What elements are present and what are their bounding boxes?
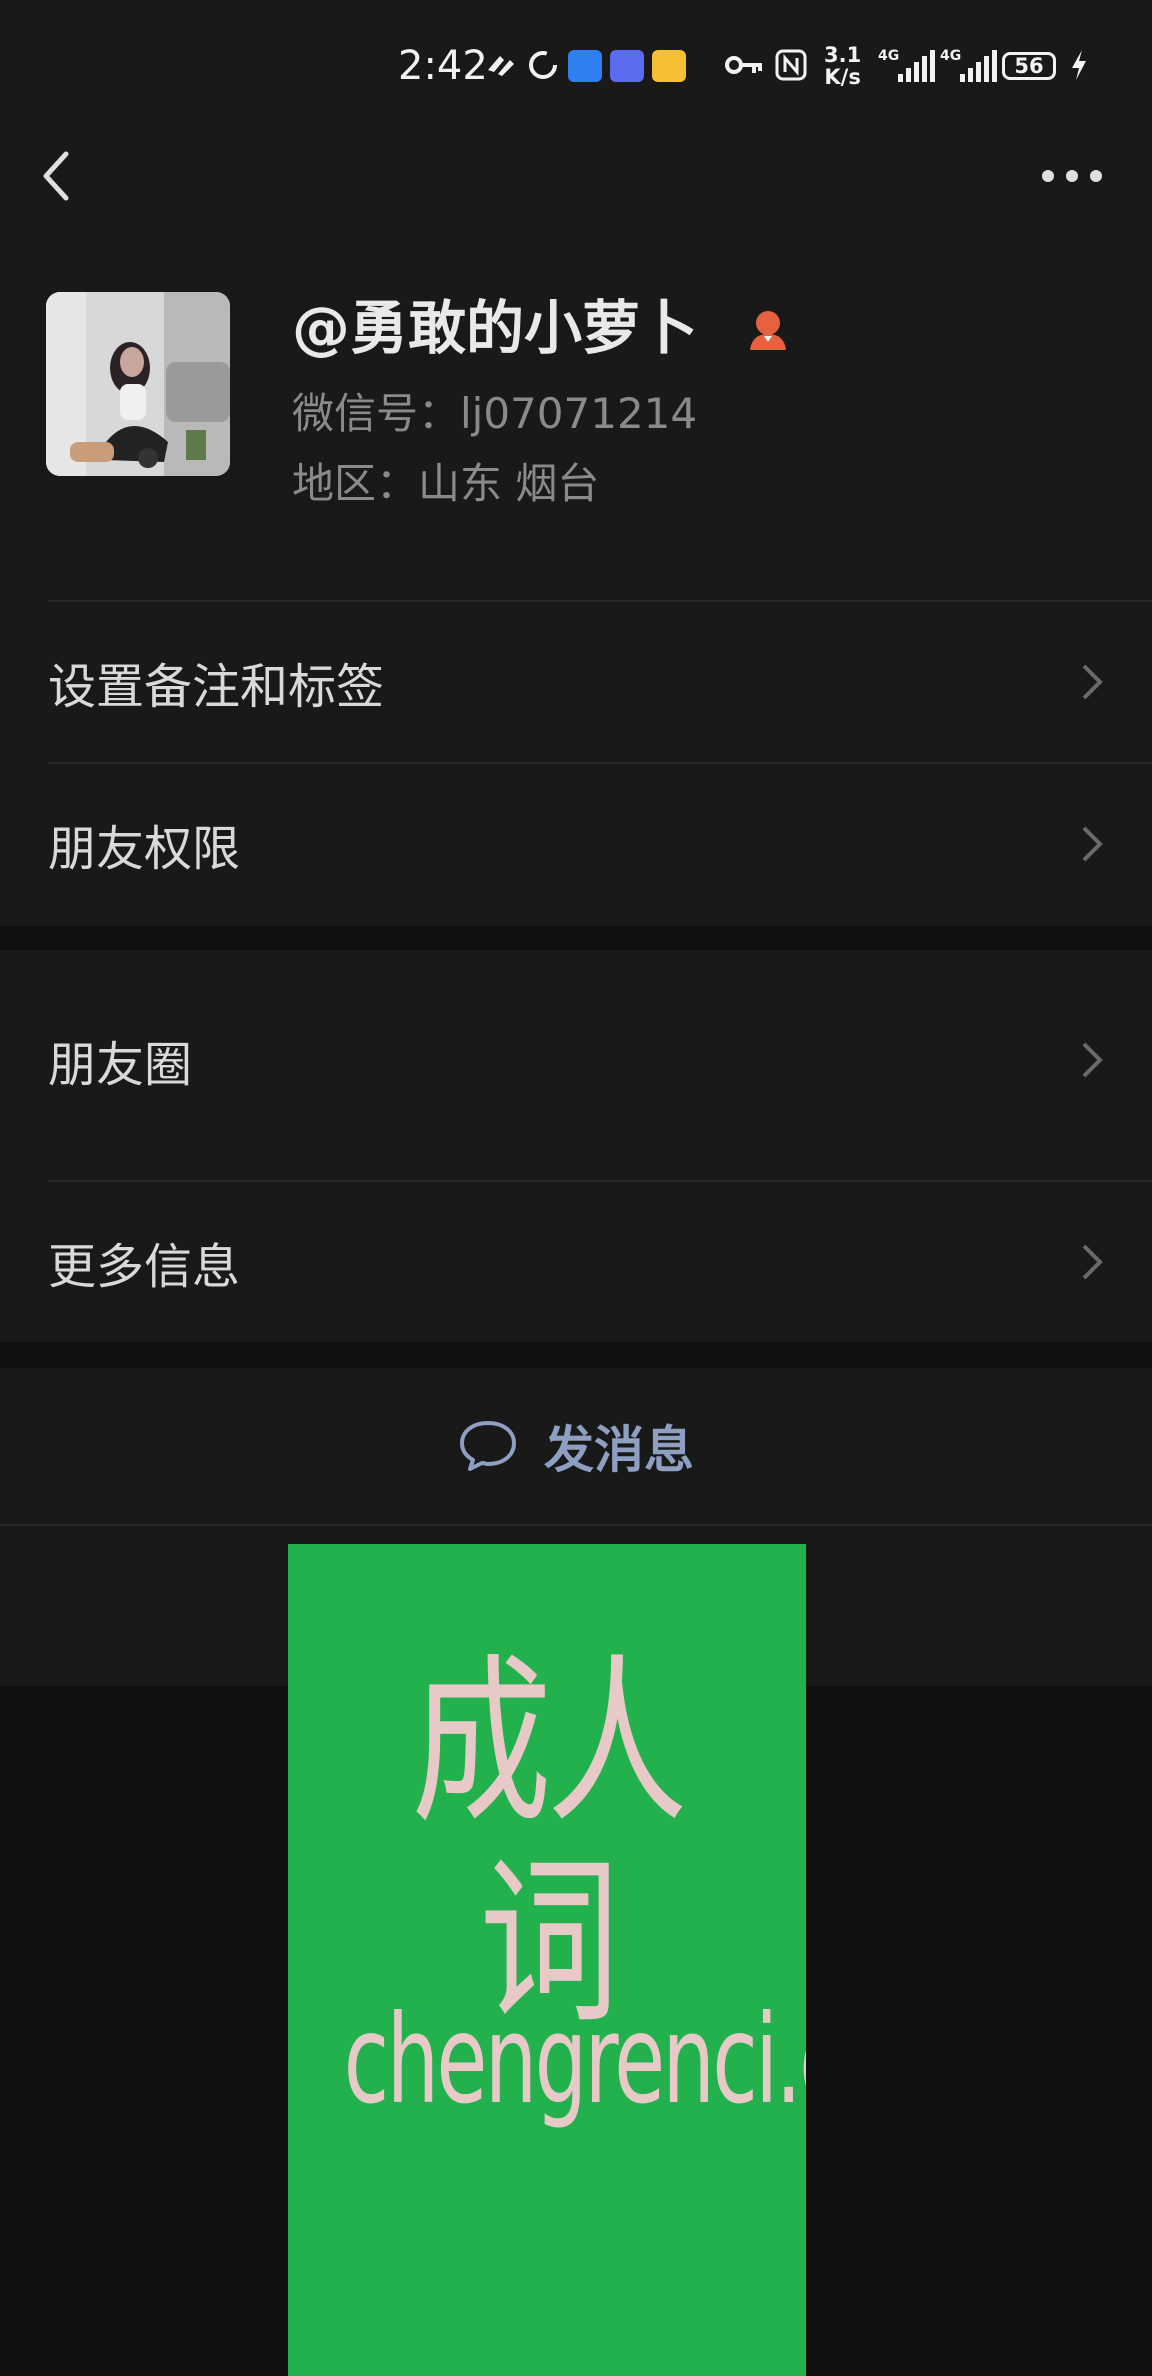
- key-icon: [725, 56, 762, 74]
- app-notification-icon: [568, 50, 602, 82]
- female-icon: [750, 311, 786, 350]
- signal-icon-2: 4G: [940, 48, 998, 84]
- remark-tags-label: 设置备注和标签: [48, 659, 385, 715]
- sync-icon: [529, 51, 557, 79]
- divider: [48, 1180, 1152, 1182]
- moments-row[interactable]: 朋友圈: [0, 950, 1152, 1170]
- ad-title: 成人词: [411, 1639, 687, 2048]
- network-speed: 3.1 K/s: [824, 43, 862, 89]
- region: 地区：山东 烟台: [292, 459, 600, 508]
- friend-permissions-row[interactable]: 朋友权限: [0, 766, 1152, 922]
- send-message-label: 发消息: [544, 1421, 694, 1479]
- friend-permissions-label: 朋友权限: [48, 821, 241, 877]
- settings-group: 设置备注和标签 朋友权限: [0, 600, 1152, 926]
- chevron-right-icon: [1082, 1042, 1103, 1078]
- chat-bubble-icon: [460, 1421, 516, 1471]
- study-app-icon: [610, 50, 644, 82]
- overlay-ad: 成人词 chengrenci.com: [288, 1544, 806, 2376]
- wechat-id: 微信号：lj07071214: [292, 389, 698, 438]
- more-info-row[interactable]: 更多信息: [0, 1184, 1152, 1340]
- battery-indicator: 56: [1002, 52, 1056, 80]
- charging-icon: [1072, 50, 1086, 80]
- divider: [48, 600, 1152, 602]
- chevron-right-icon: [1082, 664, 1103, 700]
- info-group: 朋友圈 更多信息: [0, 950, 1152, 1342]
- nickname: @勇敢的小萝卜: [292, 294, 699, 362]
- more-dots-icon[interactable]: [1040, 164, 1104, 188]
- chevron-right-icon: [1082, 826, 1103, 862]
- chevron-right-icon: [1082, 1244, 1103, 1280]
- ad-domain: chengrenci.com: [343, 1989, 806, 2131]
- nfc-like-icon: [488, 56, 514, 76]
- send-message-button[interactable]: 发消息: [0, 1368, 1152, 1524]
- status-time: 2:42: [398, 43, 488, 89]
- remark-tags-row[interactable]: 设置备注和标签: [0, 604, 1152, 760]
- car-app-icon: [652, 50, 686, 82]
- back-arrow-icon[interactable]: [36, 148, 76, 204]
- moments-label: 朋友圈: [48, 1037, 193, 1093]
- more-info-label: 更多信息: [48, 1239, 241, 1295]
- nfc-icon: [775, 49, 807, 81]
- divider: [48, 762, 1152, 764]
- signal-icon-1: 4G: [878, 48, 936, 84]
- avatar[interactable]: [46, 292, 230, 476]
